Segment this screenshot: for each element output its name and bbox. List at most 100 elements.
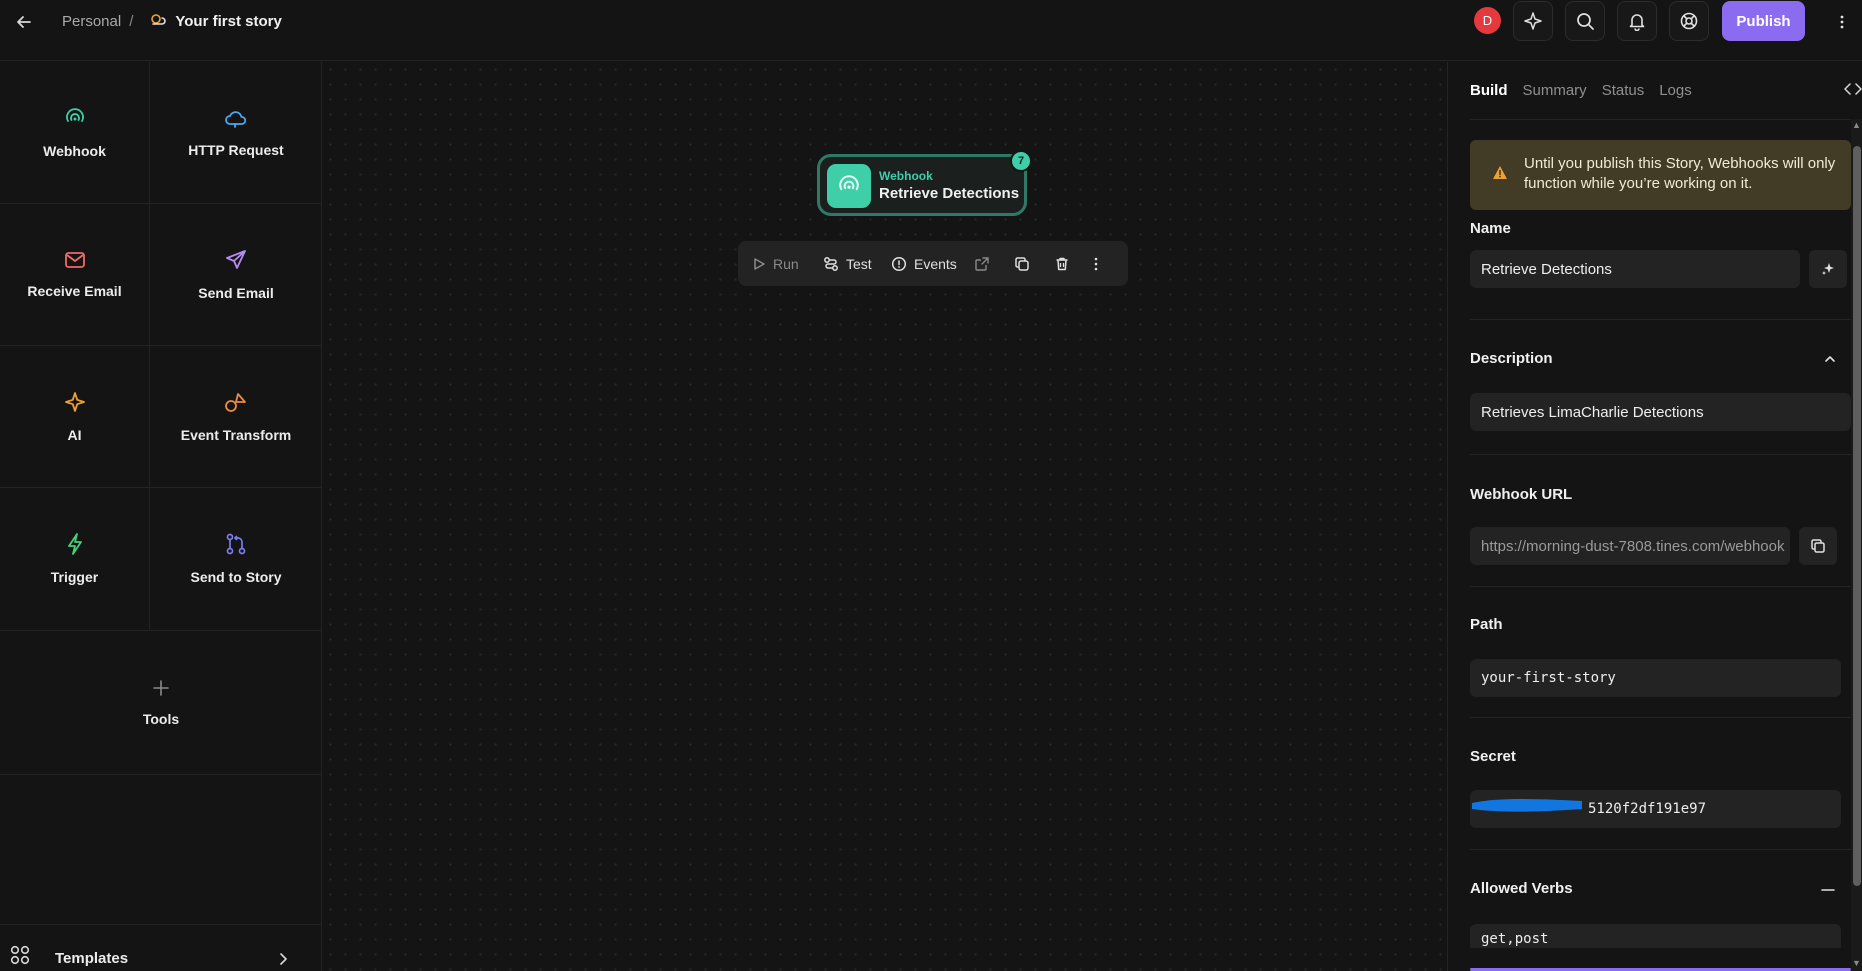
chevron-up-icon[interactable] [1824, 355, 1836, 363]
node-more-button[interactable] [1094, 241, 1098, 286]
cloud-icon [224, 108, 248, 128]
palette-item-label: Event Transform [180, 426, 292, 443]
panel-scrollbar-thumb[interactable] [1853, 146, 1861, 886]
lightning-icon [66, 532, 84, 555]
more-options-button[interactable] [1832, 10, 1852, 34]
palette-item-label: Send to Story [190, 568, 282, 585]
palette-item-send-to-story[interactable]: Send to Story [150, 488, 322, 629]
plus-icon [152, 679, 170, 697]
palette-item-webhook[interactable]: Webhook [0, 62, 149, 203]
run-label: Run [773, 255, 799, 272]
scroll-up-icon[interactable]: ▲ [1852, 120, 1861, 130]
node-type-label: Webhook [879, 169, 933, 183]
back-button[interactable] [12, 10, 36, 34]
delete-button[interactable] [1054, 241, 1070, 286]
search-button[interactable] [1565, 1, 1605, 41]
name-label: Name [1470, 220, 1511, 237]
events-button[interactable]: Events [891, 241, 957, 286]
tab-status[interactable]: Status [1602, 82, 1645, 99]
tab-logs[interactable]: Logs [1659, 82, 1692, 99]
git-branch-icon [225, 533, 247, 555]
avatar[interactable]: D [1474, 7, 1501, 34]
copy-url-button[interactable] [1799, 527, 1837, 565]
templates-label: Templates [55, 950, 129, 967]
tab-summary[interactable]: Summary [1523, 82, 1587, 99]
tab-build[interactable]: Build [1470, 82, 1508, 99]
publish-button[interactable]: Publish [1722, 1, 1805, 41]
palette-item-receive-email[interactable]: Receive Email [0, 204, 149, 345]
code-brackets-icon [1844, 82, 1862, 96]
ai-name-button[interactable] [1809, 250, 1847, 288]
sparkle-icon [1821, 262, 1835, 276]
palette-item-label: Tools [142, 710, 180, 727]
more-vertical-icon [1094, 257, 1098, 271]
search-icon [1575, 11, 1595, 31]
back-arrow-icon [15, 13, 33, 31]
palette-item-trigger[interactable]: Trigger [0, 488, 149, 629]
field-divider [1470, 849, 1851, 850]
duplicate-button[interactable] [1014, 241, 1030, 286]
webhook-url-input[interactable]: https://morning-dust-7808.tines.com/webh… [1470, 527, 1790, 565]
action-palette: Webhook HTTP Request Receive Email Send … [0, 62, 322, 971]
description-label: Description [1470, 350, 1553, 367]
webhook-icon [837, 174, 861, 198]
test-flow-icon [823, 256, 839, 272]
palette-item-http-request[interactable]: HTTP Request [150, 62, 322, 203]
field-divider [1470, 586, 1851, 587]
templates-grid-icon [10, 945, 30, 965]
palette-item-send-email[interactable]: Send Email [150, 204, 322, 345]
event-count-badge[interactable]: 7 [1010, 150, 1032, 172]
node-icon-tile [827, 164, 871, 208]
publish-warning-banner: Until you publish this Story, Webhooks w… [1470, 140, 1851, 210]
path-input[interactable]: your-first-story [1470, 659, 1841, 697]
description-input[interactable]: Retrieves LimaCharlie Detections [1470, 393, 1851, 431]
export-button[interactable] [974, 241, 990, 286]
field-divider [1470, 717, 1851, 718]
story-canvas[interactable]: Webhook Retrieve Detections 7 Run Test E… [323, 62, 1447, 971]
top-bar: Personal / Your first story D Publish [0, 0, 1862, 61]
share-icon [974, 256, 990, 272]
collapse-minus-icon[interactable] [1821, 888, 1835, 892]
help-button[interactable] [1669, 1, 1709, 41]
events-label: Events [914, 255, 957, 272]
scroll-down-icon[interactable]: ▼ [1852, 958, 1861, 968]
bell-icon [1627, 11, 1647, 31]
chevron-right-icon [278, 953, 288, 965]
test-label: Test [846, 255, 872, 272]
shapes-icon [224, 391, 248, 413]
field-divider [1470, 319, 1851, 320]
node-action-toolbar: Run Test Events [738, 241, 1128, 286]
panel-tabs: Build Summary Status Logs [1470, 82, 1692, 99]
copy-icon [1014, 256, 1030, 272]
path-label: Path [1470, 616, 1503, 633]
tabs-divider [1470, 119, 1862, 120]
run-button[interactable]: Run [752, 241, 799, 286]
palette-item-label: HTTP Request [188, 141, 284, 158]
ai-assistant-button[interactable] [1513, 1, 1553, 41]
webhook-url-label: Webhook URL [1470, 486, 1573, 503]
copy-icon [1810, 538, 1826, 554]
help-lifebuoy-icon [1679, 11, 1699, 31]
allowed-verbs-input[interactable]: get,post [1470, 924, 1841, 948]
name-input[interactable]: Retrieve Detections [1470, 250, 1800, 288]
webhook-action-node[interactable]: Webhook Retrieve Detections [817, 154, 1027, 216]
sparkle-icon [64, 391, 86, 413]
breadcrumb-personal-link[interactable]: Personal [62, 13, 121, 30]
breadcrumb-separator: / [129, 12, 134, 30]
sparkle-icon [1523, 11, 1543, 31]
palette-item-label: Trigger [50, 568, 99, 585]
webhook-icon [64, 107, 86, 129]
palette-item-ai[interactable]: AI [0, 346, 149, 487]
breadcrumb: Personal / Your first story [62, 12, 282, 30]
play-icon [752, 257, 766, 271]
story-title[interactable]: Your first story [175, 13, 281, 30]
field-divider [1470, 454, 1851, 455]
code-view-toggle[interactable] [1844, 82, 1862, 100]
notifications-button[interactable] [1617, 1, 1657, 41]
action-detail-panel: Build Summary Status Logs ▲ ▼ Until you … [1447, 62, 1862, 971]
palette-item-tools[interactable]: Tools [0, 631, 322, 774]
templates-button[interactable]: Templates [0, 924, 322, 971]
node-name: Retrieve Detections [879, 185, 1020, 202]
palette-item-event-transform[interactable]: Event Transform [150, 346, 322, 487]
test-button[interactable]: Test [823, 241, 872, 286]
